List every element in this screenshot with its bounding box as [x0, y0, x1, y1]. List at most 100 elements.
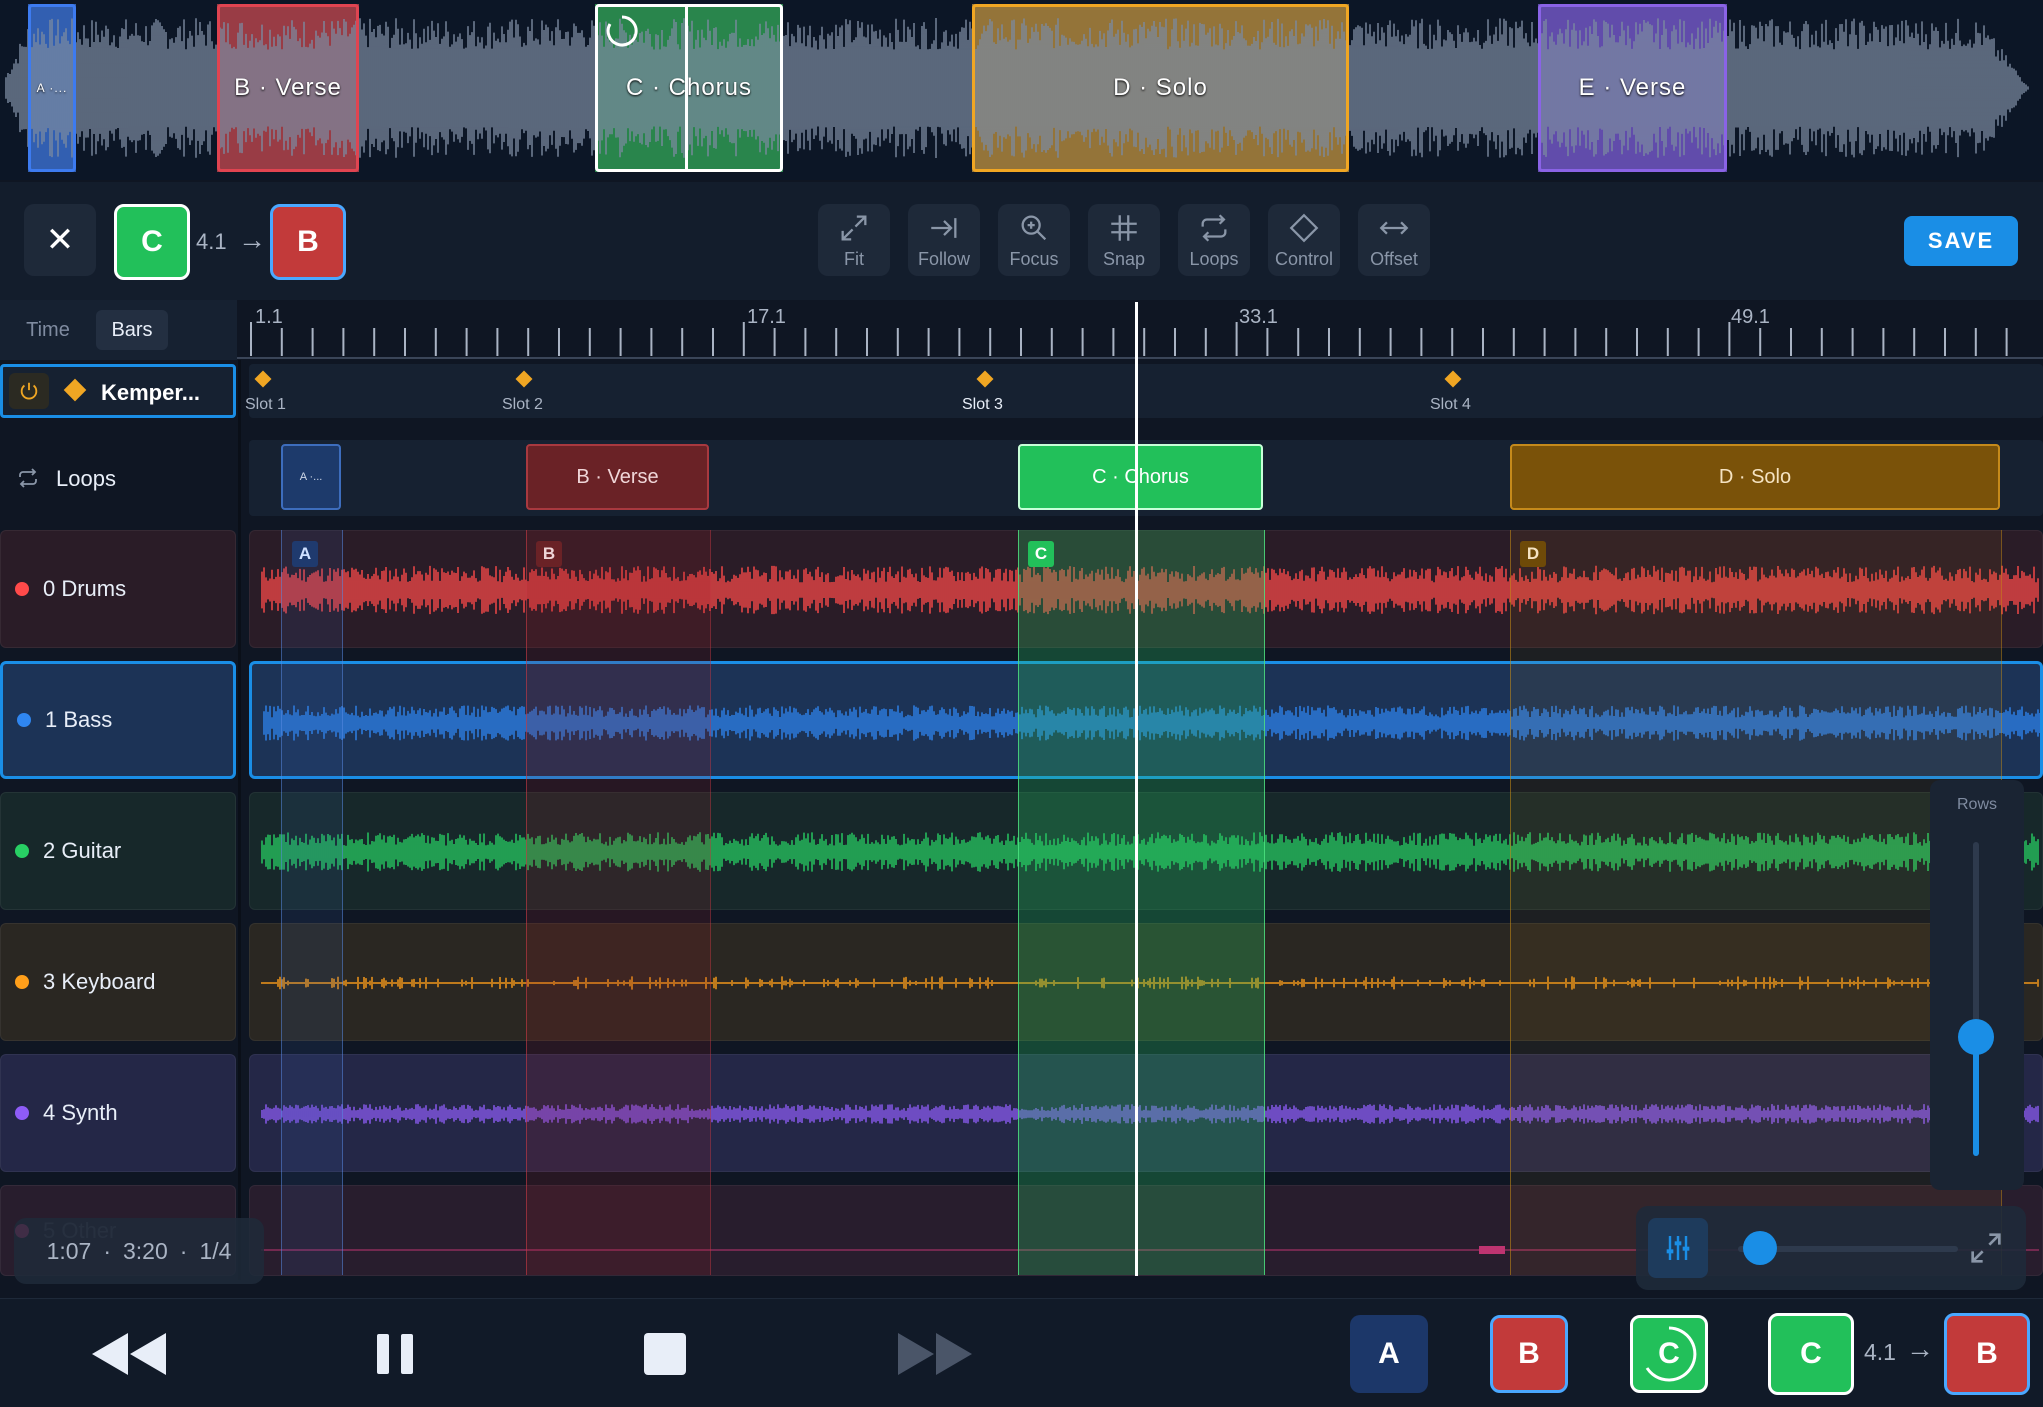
stop-button[interactable] — [630, 1319, 700, 1389]
mixer-icon — [1666, 1236, 1690, 1260]
song-overview[interactable]: A ·... B · Verse C · Chorus D · Solo E ·… — [0, 0, 2043, 180]
power-icon — [20, 382, 38, 400]
track-header-guitar[interactable]: 2 Guitar — [0, 792, 236, 910]
track-color-dot — [15, 1106, 29, 1120]
rewind-icon — [92, 1333, 166, 1375]
power-button[interactable] — [9, 373, 49, 409]
queue-section-b[interactable]: B — [1490, 1315, 1568, 1393]
bar-fraction: 1/4 — [199, 1237, 232, 1264]
tool-label: Snap — [1102, 248, 1146, 269]
fast-forward-button[interactable] — [890, 1319, 980, 1389]
mixer-button[interactable] — [1648, 1218, 1708, 1278]
rows-label: Rows — [1956, 796, 1997, 813]
offset-icon — [1379, 221, 1409, 234]
overview-section-e[interactable]: E · Verse — [1538, 4, 1727, 172]
slot-marker-icon[interactable] — [976, 370, 994, 388]
loop-label: C · Chorus — [1092, 465, 1189, 488]
current-section-button[interactable]: C — [1768, 1313, 1854, 1395]
loop-label: A ·... — [299, 471, 323, 483]
close-icon: ✕ — [45, 221, 75, 259]
control-button[interactable]: Control — [1268, 204, 1340, 276]
tab-bars[interactable]: Bars — [96, 310, 168, 350]
track-lane-synth[interactable] — [249, 1054, 2043, 1172]
track-name: 2 Guitar — [43, 838, 122, 863]
loop-label: B · Verse — [576, 465, 659, 488]
overview-section-c[interactable]: C · Chorus — [595, 4, 783, 172]
focus-button[interactable]: Focus — [998, 204, 1070, 276]
close-button[interactable]: ✕ — [24, 204, 96, 276]
track-header-bass[interactable]: 1 Bass — [0, 661, 236, 779]
grid-icon — [1111, 214, 1137, 241]
rows-slider-thumb[interactable] — [1958, 1018, 1994, 1055]
offset-button[interactable]: Offset — [1358, 204, 1430, 276]
next-section-button[interactable]: B — [1944, 1313, 2030, 1395]
zoom-slider-thumb[interactable] — [1743, 1231, 1777, 1265]
loop-region-b[interactable]: B · Verse — [526, 444, 709, 510]
control-track-header[interactable]: Kemper... — [0, 364, 236, 418]
save-label: SAVE — [1927, 228, 1995, 253]
transport-position: 4.1 — [1864, 1339, 1896, 1365]
tool-label: Follow — [917, 248, 970, 269]
control-lane[interactable]: Slot 1 Slot 2 Slot 3 Slot 4 — [245, 364, 2043, 418]
waveform-path — [261, 565, 2039, 615]
section-marker-b[interactable]: B — [536, 541, 562, 567]
loop-icon — [19, 468, 37, 488]
track-color-dot — [15, 582, 29, 596]
loops-button[interactable]: Loops — [1178, 204, 1250, 276]
section-marker-c[interactable]: C — [1028, 541, 1054, 567]
current-section-badge[interactable]: C — [114, 204, 190, 280]
arrow-right-icon: → — [238, 224, 266, 255]
loop-region-a[interactable]: A ·... — [281, 444, 341, 510]
slot-label: Slot 4 — [1430, 396, 1471, 413]
track-name: 4 Synth — [43, 1100, 118, 1125]
slot-marker-icon[interactable] — [254, 370, 272, 388]
overview-section-a[interactable]: A ·... — [28, 4, 76, 172]
zoom-panel — [1636, 1206, 2026, 1290]
marker-label: C — [1034, 544, 1048, 563]
time-readout: 1:07 · 3:20 · 1/4 — [14, 1218, 264, 1284]
rewind-button[interactable] — [84, 1319, 174, 1389]
arrow-right-icon: → — [1906, 1333, 1934, 1364]
slot-marker-icon[interactable] — [1444, 370, 1462, 388]
overview-section-d[interactable]: D · Solo — [972, 4, 1349, 172]
save-button[interactable]: SAVE — [1904, 216, 2018, 266]
loop-label: D · Solo — [1718, 465, 1792, 488]
section-marker-d[interactable]: D — [1520, 541, 1546, 567]
stop-icon — [644, 1333, 686, 1375]
track-lane-bass[interactable] — [249, 661, 2043, 779]
queue-label: A — [1378, 1337, 1400, 1370]
track-lane-drums[interactable] — [249, 530, 2043, 648]
tool-label: Loops — [1189, 248, 1239, 269]
pause-icon — [377, 1334, 413, 1374]
next-section-badge[interactable]: B — [270, 204, 346, 280]
loop-region-c[interactable]: C · Chorus — [1018, 444, 1263, 510]
queue-section-c[interactable]: C — [1630, 1315, 1708, 1393]
snap-button[interactable]: Snap — [1088, 204, 1160, 276]
loops-lane[interactable]: A ·... B · Verse C · Chorus D · Solo — [249, 440, 2043, 516]
pause-button[interactable] — [360, 1319, 430, 1389]
bar-ruler[interactable]: 1.1 17.1 33.1 49.1 — [237, 300, 2043, 360]
section-marker-a[interactable]: A — [292, 541, 318, 567]
slot-marker-icon[interactable] — [515, 370, 533, 388]
diamond-icon — [1289, 213, 1319, 242]
loop-region-d[interactable]: D · Solo — [1510, 444, 2000, 510]
track-header-drums[interactable]: 0 Drums — [0, 530, 236, 648]
track-header-keyboard[interactable]: 3 Keyboard — [0, 923, 236, 1041]
column-divider — [238, 300, 241, 1280]
fit-button[interactable]: Fit — [818, 204, 890, 276]
playhead[interactable] — [1135, 302, 1138, 1276]
track-lane-keyboard[interactable] — [249, 923, 2043, 1041]
follow-button[interactable]: Follow — [908, 204, 980, 276]
queue-label: B — [1518, 1337, 1540, 1370]
next-section-label: B — [297, 225, 319, 258]
queue-section-a[interactable]: A — [1350, 1315, 1428, 1393]
track-header-synth[interactable]: 4 Synth — [0, 1054, 236, 1172]
fullscreen-icon[interactable] — [1966, 1228, 2006, 1268]
overview-section-label: E · Verse — [1578, 74, 1687, 101]
rows-slider-track[interactable] — [1958, 842, 1994, 1156]
zoom-slider-track[interactable] — [1738, 1231, 1958, 1265]
overview-section-b[interactable]: B · Verse — [217, 4, 359, 172]
track-lane-guitar[interactable] — [249, 792, 2043, 910]
elapsed-time: 1:07 — [46, 1237, 92, 1264]
tab-time[interactable]: Time — [12, 310, 84, 350]
